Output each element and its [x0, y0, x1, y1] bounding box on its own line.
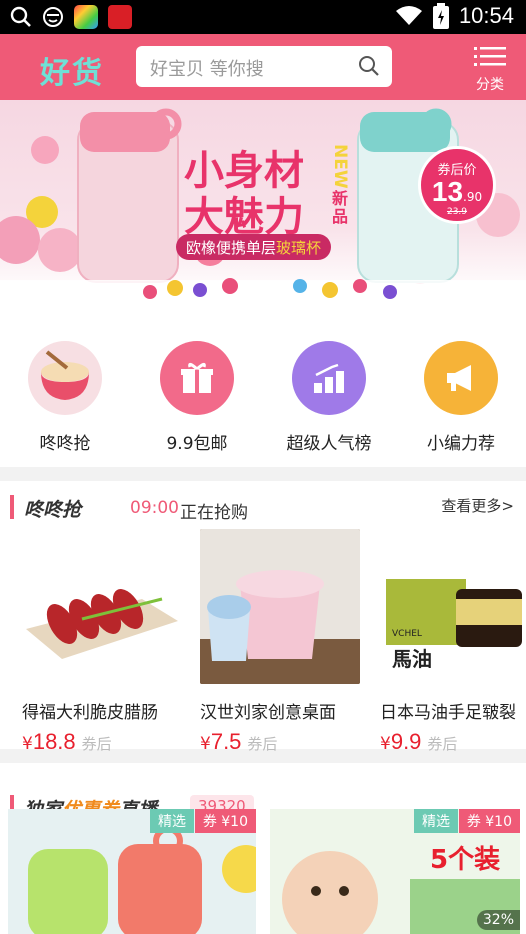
view-more-link[interactable]: 查看更多> [441, 495, 514, 516]
price-value: 7.5 [210, 729, 242, 754]
battery-icon [432, 3, 449, 29]
progress-percent: 32% [476, 910, 520, 930]
currency-symbol: ¥ [200, 734, 211, 754]
banner-subtitle: 欧橡便携单层玻璃杯 [176, 234, 332, 260]
section-accent-bar [10, 495, 14, 519]
price-main: 13 [431, 176, 464, 207]
banner-subtitle-plain: 欧橡便携单层 [186, 239, 277, 257]
drum-icon [28, 341, 102, 415]
search-placeholder: 好宝贝 等你搜 [150, 59, 264, 80]
currency-symbol: ¥ [22, 734, 33, 754]
pack-overlay-text: 5个装 [430, 845, 501, 875]
coupon-tag: 券 ¥10 [458, 809, 520, 833]
after-coupon-label: 券后 [427, 735, 458, 753]
price-row: ¥18.8 券后 [22, 729, 182, 755]
product-price: ¥18.8 [22, 729, 76, 755]
quick-nav-label: 9.9包邮 [166, 434, 228, 454]
gift-icon [160, 341, 234, 415]
status-bar: 10:54 [0, 0, 526, 34]
product-card[interactable]: 汉世刘家创意桌面 ¥7.5 券后 [200, 529, 360, 755]
product-name: 汉世刘家创意桌面 [200, 703, 336, 723]
quick-nav-popular-ranking[interactable]: 超级人气榜 [274, 341, 384, 454]
price-row: ¥7.5 券后 [200, 729, 360, 755]
price-decimal: .90 [463, 190, 483, 204]
quick-nav-label: 超级人气榜 [286, 434, 372, 454]
after-coupon-label: 券后 [81, 735, 112, 753]
coupon-product-card[interactable]: 精选 券 ¥10 [8, 809, 256, 934]
quick-nav-label: 咚咚抢 [39, 434, 91, 454]
quick-nav-label: 小编力荐 [427, 434, 495, 454]
after-coupon-label: 券后 [247, 735, 278, 753]
app-header: 好货 好宝贝 等你搜 分类 [0, 34, 526, 100]
coupon-price-badge: 券后价 13.90 23.9 [418, 146, 496, 224]
product-brand: VCHEL [392, 629, 422, 639]
coupon-live-section: 独家优惠券直播 39320 精选 券 ¥10 精选 券 ¥10 5个装 32% [0, 763, 526, 934]
coupon-product-card[interactable]: 精选 券 ¥10 5个装 32% [270, 809, 520, 934]
status-icons-left [10, 5, 132, 29]
app-face-icon [43, 7, 63, 27]
featured-tag: 精选 [414, 809, 458, 833]
product-image [200, 529, 360, 684]
menu-icon [474, 47, 506, 66]
app-logo: 好货 [40, 56, 104, 91]
flash-sale-status: 正在抢购 [180, 503, 248, 523]
category-label: 分类 [476, 77, 504, 93]
banner-new-tag: NEW [330, 144, 350, 189]
promo-banner[interactable]: 小身材 大魅力 NEW 新品 欧橡便携单层玻璃杯 券后价 13.90 23.9 [0, 100, 526, 315]
banner-subtitle-highlight: 玻璃杯 [276, 239, 322, 257]
product-name: 得福大利脆皮腊肠 [22, 703, 158, 723]
coupon-tag: 券 ¥10 [194, 809, 256, 833]
category-menu-button[interactable]: 分类 [472, 46, 508, 93]
product-image [22, 529, 182, 684]
price-value: 18.8 [32, 729, 76, 754]
featured-tag: 精选 [150, 809, 194, 833]
currency-symbol: ¥ [380, 734, 391, 754]
price-row: ¥9.9 券后 [380, 729, 526, 755]
product-card[interactable]: 得福大利脆皮腊肠 ¥18.8 券后 [22, 529, 182, 755]
news-app-icon [108, 5, 132, 29]
quick-nav-dongdong[interactable]: 咚咚抢 [10, 341, 120, 454]
quick-nav-free-shipping[interactable]: 9.9包邮 [142, 341, 252, 454]
product-image: VCHEL 馬油 [380, 529, 526, 684]
price-value: 9.9 [390, 729, 422, 754]
product-card[interactable]: VCHEL 馬油 日本马油手足皲裂 ¥9.9 券后 [380, 529, 526, 755]
product-name: 日本马油手足皲裂 [380, 703, 516, 723]
status-icons-right: 10:54 [395, 3, 514, 29]
ranking-chart-icon [292, 341, 366, 415]
megaphone-icon [424, 341, 498, 415]
search-input[interactable]: 好宝贝 等你搜 [136, 46, 392, 87]
product-label: 馬油 [392, 647, 432, 671]
app-store-icon [74, 5, 98, 29]
flash-sale-time: 09:00 [130, 498, 179, 518]
quick-nav: 咚咚抢 9.9包邮 超级人气榜 小编力荐 [0, 315, 526, 467]
flash-sale-title: 咚咚抢 [24, 499, 82, 521]
product-price: ¥9.9 [380, 729, 421, 755]
quick-nav-editor-picks[interactable]: 小编力荐 [406, 341, 516, 454]
search-icon [10, 6, 31, 27]
banner-new-label: 新品 [332, 189, 349, 226]
product-price: ¥7.5 [200, 729, 241, 755]
wifi-icon [395, 6, 422, 25]
search-icon[interactable] [358, 55, 380, 77]
clock: 10:54 [458, 3, 514, 28]
flash-sale-section: 咚咚抢 09:00 正在抢购 查看更多> 得福大利脆皮腊肠 ¥18.8 券后 汉… [0, 481, 526, 754]
